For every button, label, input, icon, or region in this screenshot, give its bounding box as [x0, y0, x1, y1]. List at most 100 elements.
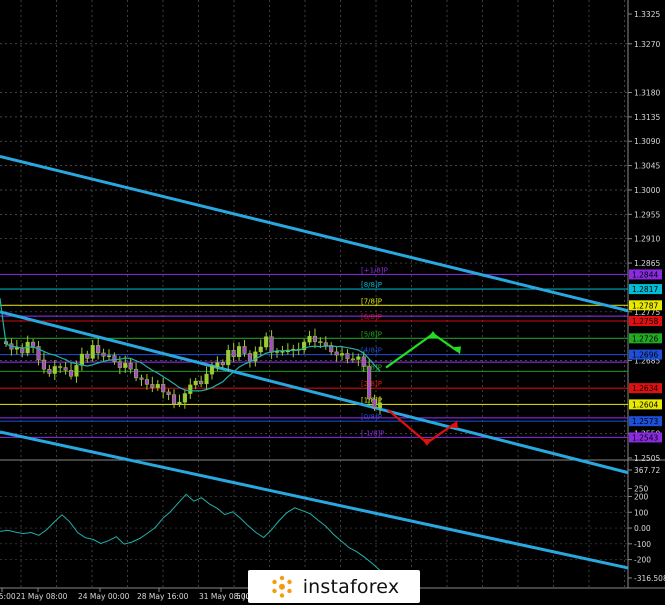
candle-body [231, 349, 236, 357]
candle-body [52, 366, 57, 374]
candle-body [68, 370, 74, 377]
candle-body [356, 356, 361, 360]
candle-body [139, 377, 144, 380]
price-box-label: 1.2543 [632, 433, 658, 442]
price-tick-label: 1.3090 [634, 137, 660, 146]
candle-body [361, 356, 366, 367]
price-box-label: 1.2634 [632, 384, 658, 393]
candle-body [345, 353, 350, 360]
candle-body [112, 355, 117, 362]
candle-body [63, 367, 68, 371]
time-tick-label: 24 May 00:00 [78, 592, 130, 601]
candle-body [85, 353, 90, 359]
logo-text: instaforex [302, 575, 400, 598]
candle-body [269, 336, 274, 353]
candle-body [237, 346, 242, 357]
candle-body [101, 352, 106, 357]
cci-tick-label: 0.00 [634, 524, 651, 533]
candle-body [74, 365, 79, 377]
candle-body [123, 362, 128, 368]
candle-body [220, 362, 225, 366]
price-tick-label: 1.2910 [634, 235, 660, 244]
murrey-level-label: [-1/8]P [361, 429, 384, 437]
price-tick-label: 1.2955 [634, 210, 660, 219]
price-box-label: 1.2844 [632, 270, 658, 279]
cci-tick-label: 200 [634, 492, 649, 501]
price-box-label: 1.2604 [632, 400, 658, 409]
candle-body [209, 366, 215, 375]
candle-body [193, 380, 198, 386]
candle-body [334, 351, 339, 356]
price-box-label: 1.2787 [632, 301, 658, 310]
candle-body [47, 368, 52, 374]
candle-body [367, 366, 372, 400]
candle-body [188, 384, 193, 394]
price-tick-label: 1.3135 [634, 113, 660, 122]
price-tick-label: 1.3180 [634, 89, 660, 98]
price-tick-label: 1.3325 [634, 10, 660, 19]
price-box-label: 1.2726 [632, 334, 658, 343]
candle-body [377, 402, 383, 408]
price-box-label: 1.2696 [632, 351, 658, 360]
price-box-label: 1.2758 [632, 317, 658, 326]
candle-body [323, 342, 328, 346]
candle-body [177, 401, 182, 405]
candle-body [96, 345, 101, 354]
cci-tick-label: 367.72 [634, 466, 660, 475]
candle-body [155, 384, 160, 388]
cci-tick-label: -200 [634, 556, 651, 565]
candle-body [258, 346, 263, 353]
candle-body [264, 336, 269, 348]
candle-body [58, 366, 63, 368]
cci-tick-label: -100 [634, 540, 651, 549]
candle-body [182, 393, 187, 403]
chart-background [0, 0, 665, 605]
candle-body [134, 368, 139, 379]
candle-body [199, 380, 204, 385]
candle-body [312, 335, 318, 342]
candle-body [79, 353, 84, 366]
candle-body [144, 379, 149, 385]
candle-body [128, 362, 133, 370]
murrey-level-label: [6/8]P [361, 313, 382, 321]
candle-body [307, 335, 312, 343]
time-tick-label: 15:00 [0, 592, 16, 601]
murrey-level-label: [0/8]P [361, 413, 382, 421]
cci-tick-label: 100 [634, 508, 649, 517]
candle-body [31, 341, 36, 347]
candle-body [106, 355, 112, 357]
murrey-level-label: [+1/8]P [361, 266, 388, 274]
trading-chart[interactable]: [+1/8]P[8/8]P[7/8]P[6/8]P[5/8]P[4/8]P[3/… [0, 0, 665, 605]
price-tick-label: 1.3045 [634, 162, 660, 171]
candle-body [150, 384, 155, 388]
candle-body [215, 362, 220, 367]
candle-body [372, 398, 377, 408]
candle-body [226, 349, 231, 366]
candle-body [204, 373, 209, 385]
instaforex-logo: instaforex [248, 570, 420, 603]
murrey-level-label: [7/8]P [361, 297, 382, 305]
murrey-level-label: [5/8]P [361, 330, 382, 338]
candle-body [318, 341, 323, 343]
candle-body [41, 359, 46, 370]
price-tick-label: 1.2865 [634, 259, 660, 268]
candle-body [117, 361, 122, 368]
candle-body [340, 353, 345, 356]
price-tick-label: 1.2505 [634, 454, 660, 463]
candle-body [247, 353, 252, 362]
candle-body [166, 391, 171, 395]
time-tick-label: 21 May 08:00 [16, 592, 68, 601]
candle-body [350, 358, 355, 361]
price-box-label: 1.2573 [632, 417, 658, 426]
candle-body [90, 345, 95, 359]
price-tick-label: 1.3000 [634, 186, 660, 195]
murrey-level-label: [8/8]P [361, 281, 382, 289]
murrey-level-label: [2/8]P [361, 380, 382, 388]
candle-body [242, 346, 247, 354]
candle-body [161, 384, 166, 393]
time-tick-label: 28 May 16:00 [137, 592, 189, 601]
candle-body [280, 351, 285, 353]
instaforex-icon [271, 575, 292, 598]
candle-body [171, 394, 177, 405]
price-tick-label: 1.3270 [634, 40, 660, 49]
